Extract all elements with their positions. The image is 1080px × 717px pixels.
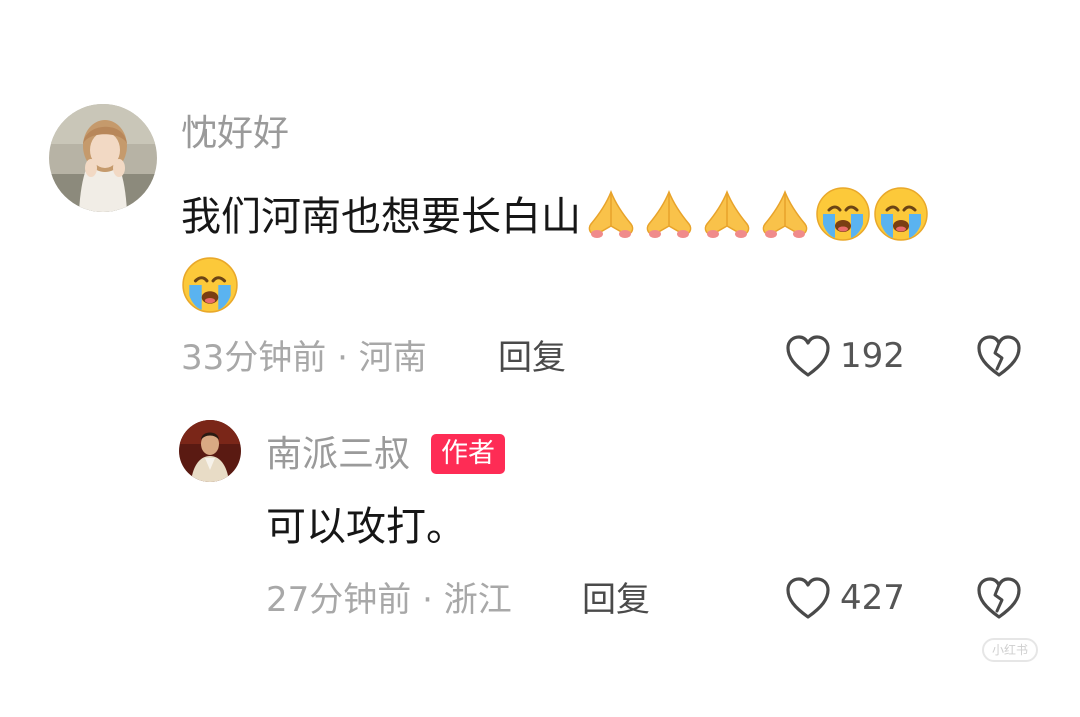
meta-separator: · bbox=[411, 580, 444, 620]
commenter-username[interactable]: 忱好好 bbox=[181, 114, 289, 154]
heart-icon bbox=[786, 335, 830, 377]
pray-emoji-icon bbox=[641, 188, 697, 250]
pray-emoji-icon bbox=[757, 188, 813, 250]
comment-meta: 33分钟前 · 河南 bbox=[181, 338, 427, 378]
author-username[interactable]: 南派三叔 bbox=[266, 435, 410, 475]
author-avatar[interactable] bbox=[179, 420, 241, 482]
comment-text: 我们河南也想要长白山 bbox=[181, 186, 929, 252]
heart-icon bbox=[786, 577, 830, 619]
comment-time: 33分钟前 bbox=[181, 338, 327, 378]
crying-emoji-icon bbox=[873, 186, 929, 252]
crying-emoji-icon bbox=[815, 186, 871, 252]
comment-emoji-line bbox=[181, 256, 239, 318]
reply-location: 浙江 bbox=[443, 580, 512, 620]
like-button[interactable]: 192 bbox=[784, 333, 905, 379]
reply-time: 27分钟前 bbox=[266, 580, 412, 620]
crying-emoji-icon bbox=[181, 256, 239, 318]
dislike-button[interactable] bbox=[975, 333, 1023, 383]
comment-body: 我们河南也想要长白山 bbox=[181, 194, 581, 240]
reply-meta: 27分钟前 · 浙江 bbox=[266, 580, 512, 620]
reply-like-count: 427 bbox=[840, 578, 905, 618]
reply-reply-button[interactable]: 回复 bbox=[582, 580, 650, 620]
meta-separator: · bbox=[326, 338, 359, 378]
reply-button[interactable]: 回复 bbox=[498, 338, 566, 378]
reply-text: 可以攻打。 bbox=[266, 504, 466, 550]
pray-emoji-icon bbox=[699, 188, 755, 250]
reply-like-button[interactable]: 427 bbox=[784, 575, 905, 621]
author-badge: 作者 bbox=[431, 434, 505, 474]
like-count: 192 bbox=[840, 336, 905, 376]
reply-dislike-button[interactable] bbox=[975, 575, 1023, 625]
broken-heart-icon bbox=[977, 577, 1021, 619]
comment-location: 河南 bbox=[358, 338, 427, 378]
pray-emoji-icon bbox=[583, 188, 639, 250]
commenter-avatar[interactable] bbox=[49, 104, 157, 212]
watermark: 小红书 bbox=[982, 638, 1039, 662]
broken-heart-icon bbox=[977, 335, 1021, 377]
